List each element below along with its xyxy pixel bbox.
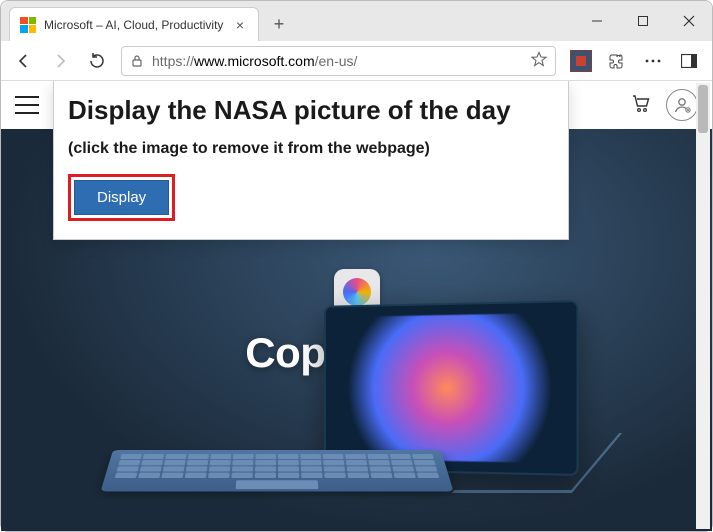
titlebar: Microsoft – AI, Cloud, Productivity × + [1, 1, 712, 41]
sidebar-icon[interactable] [672, 45, 706, 77]
extensions-icon[interactable] [600, 45, 634, 77]
display-button[interactable]: Display [74, 180, 169, 215]
extension-active-icon[interactable] [564, 45, 598, 77]
toolbar: https://www.microsoft.com/en-us/ [1, 41, 712, 81]
window-controls [574, 1, 712, 41]
address-bar[interactable]: https://www.microsoft.com/en-us/ [121, 46, 556, 76]
minimize-button[interactable] [574, 1, 620, 41]
browser-window: Microsoft – AI, Cloud, Productivity × + … [0, 0, 713, 532]
hamburger-icon[interactable] [15, 96, 39, 114]
popup-subheading: (click the image to remove it from the w… [68, 140, 554, 158]
page-content: Copilot+PC Display the NASA picture of t… [1, 81, 712, 531]
tab-title: Microsoft – AI, Cloud, Productivity [44, 18, 224, 32]
url-text: https://www.microsoft.com/en-us/ [152, 53, 357, 69]
close-window-button[interactable] [666, 1, 712, 41]
more-icon[interactable] [636, 45, 670, 77]
maximize-button[interactable] [620, 1, 666, 41]
device-illustration [97, 313, 617, 513]
highlight-box: Display [68, 174, 175, 221]
microsoft-favicon [20, 17, 36, 33]
popup-heading: Display the NASA picture of the day [68, 95, 554, 126]
account-icon[interactable] [666, 89, 698, 121]
new-tab-button[interactable]: + [265, 10, 293, 38]
cart-icon[interactable] [630, 92, 652, 119]
forward-button[interactable] [43, 45, 77, 77]
lock-icon [130, 54, 144, 68]
back-button[interactable] [7, 45, 41, 77]
browser-tab[interactable]: Microsoft – AI, Cloud, Productivity × [9, 7, 259, 41]
scrollbar-thumb[interactable] [698, 85, 708, 133]
close-tab-icon[interactable]: × [232, 17, 248, 33]
vertical-scrollbar[interactable] [696, 83, 710, 529]
reload-button[interactable] [79, 45, 113, 77]
favorite-icon[interactable] [531, 51, 547, 70]
extension-popup: Display the NASA picture of the day (cli… [53, 81, 569, 240]
